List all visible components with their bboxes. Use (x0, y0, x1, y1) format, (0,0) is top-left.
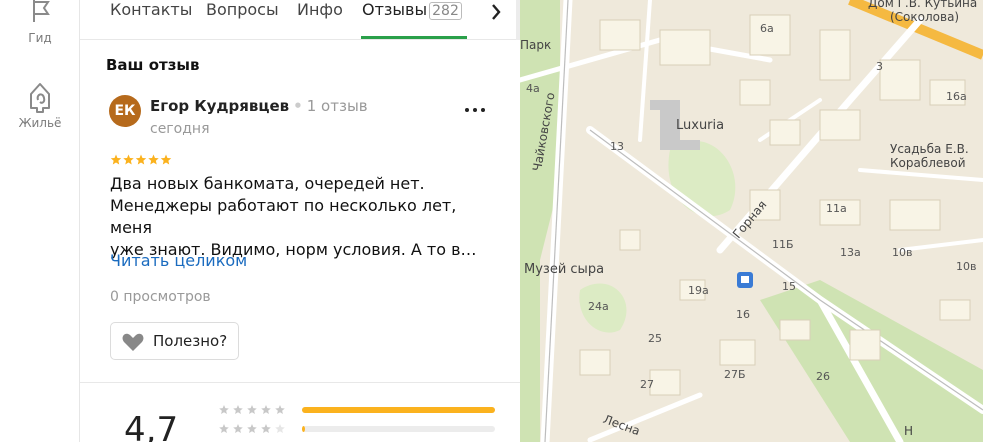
read-more-link[interactable]: Читать целиком (110, 251, 247, 270)
map-label: Н (904, 424, 914, 438)
map-label: 26 (816, 370, 830, 383)
distribution-star-icon (261, 405, 271, 415)
review-text: Два новых банкомата, очередей нет. Менед… (110, 173, 500, 261)
rating-bar-track (302, 426, 495, 432)
chevron-right-icon[interactable] (486, 2, 506, 22)
map-label: 19а (688, 284, 709, 297)
map-label: 10в (956, 260, 977, 273)
review-text-line: Менеджеры работают по несколько лет, мен… (110, 196, 457, 237)
rail-item-guide[interactable]: Гид (0, 0, 80, 45)
tab-reviews-label: Отзывы (362, 0, 428, 19)
separator-dot: • (293, 97, 303, 115)
distribution-star-icon (219, 405, 229, 415)
distribution-star-icon (219, 424, 229, 434)
map-label: 3 (876, 60, 883, 73)
distribution-star-icon (247, 424, 257, 434)
map-label: 24а (588, 300, 609, 313)
tab-reviews[interactable]: Отзывы 282 (362, 0, 462, 22)
tab-contacts[interactable]: Контакты (110, 0, 192, 22)
map-label: Парк (520, 38, 552, 52)
distribution-star-icon (261, 424, 271, 434)
rail-item-label: Жильё (18, 116, 62, 130)
review-text-line: Два новых банкомата, очередей нет. (110, 174, 425, 193)
divider (80, 382, 520, 383)
flag-icon (33, 0, 50, 22)
average-rating: 4,7 (124, 410, 179, 442)
map-label: 25 (648, 332, 662, 345)
map-label: 10в (892, 246, 913, 259)
views-count: 0 просмотров (110, 289, 211, 305)
map-label: 13 (610, 140, 624, 153)
map-label: (Соколова) (890, 10, 960, 24)
distribution-star-icon (275, 424, 285, 434)
review-date: сегодня (150, 121, 210, 137)
map-label: Кораблевой (890, 156, 966, 170)
avatar[interactable]: ЕК (109, 95, 141, 127)
rating-distribution (219, 405, 495, 434)
map-label: 27Б (724, 368, 746, 381)
map-label: 16 (736, 308, 750, 321)
house-icon (30, 83, 50, 113)
author-reviews-count: 1 отзыв (306, 97, 368, 115)
tab-bar: Контакты Вопросы Инфо Отзывы 282 (80, 0, 520, 40)
map-label: Усадьба Е.В. (890, 142, 969, 156)
map-label: 6а (760, 22, 774, 35)
star-icon (160, 154, 172, 165)
distribution-star-icon (233, 405, 243, 415)
rail-item-housing[interactable]: Жильё (0, 80, 80, 130)
tab-questions[interactable]: Вопросы (206, 0, 279, 22)
map-label: Дом Г.В. Кутьина (868, 0, 978, 10)
map-label: 13а (840, 246, 861, 259)
map-label: 11а (826, 202, 847, 215)
map-poi[interactable]: Музей сыра (524, 262, 604, 277)
distribution-star-icon (233, 424, 243, 434)
more-options-icon[interactable] (462, 100, 488, 120)
heart-icon (122, 333, 144, 351)
rating-stars (110, 154, 172, 165)
reviews-count-badge: 282 (429, 2, 462, 20)
distribution-star-icon (247, 405, 257, 415)
star-icon (123, 154, 134, 165)
review-author[interactable]: Егор Кудрявцев • 1 отзыв (150, 97, 368, 115)
star-icon (110, 154, 122, 165)
place-panel: Контакты Вопросы Инфо Отзывы 282 Ваш отзы… (80, 0, 520, 442)
map-label: 15 (782, 280, 796, 293)
map[interactable]: Дом Г.В. Кутьина (Соколова) 6а 3 16а Пар… (520, 0, 983, 442)
useful-label: Полезно? (153, 332, 228, 350)
map-label: 4а (526, 82, 540, 95)
map-label: 27 (640, 378, 654, 391)
star-icon (148, 154, 159, 165)
rating-bar-fill (302, 426, 305, 432)
map-poi[interactable]: Luxuria (676, 118, 724, 133)
map-label: 11Б (772, 238, 794, 251)
section-title: Ваш отзыв (106, 56, 200, 74)
left-rail: Гид Жильё (0, 0, 80, 442)
tab-info[interactable]: Инфо (297, 0, 343, 22)
map-label: 16а (946, 90, 967, 103)
star-icon (135, 154, 147, 165)
rating-bar-fill (302, 407, 495, 413)
useful-button[interactable]: Полезно? (110, 322, 239, 360)
author-name[interactable]: Егор Кудрявцев (150, 97, 289, 115)
active-tab-indicator (361, 36, 467, 39)
rail-item-label: Гид (28, 31, 52, 45)
distribution-star-icon (275, 405, 285, 415)
